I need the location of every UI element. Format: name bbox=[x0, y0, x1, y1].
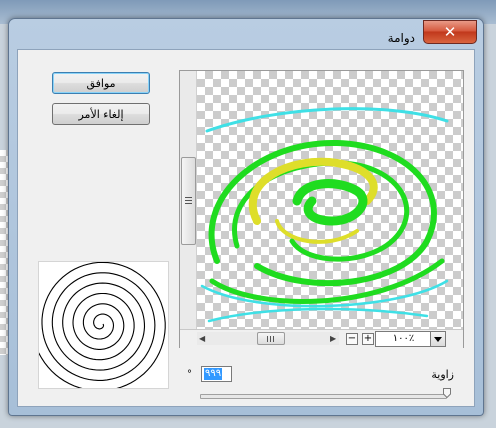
ok-button[interactable]: موافق bbox=[52, 72, 150, 94]
angle-slider-track[interactable] bbox=[200, 394, 447, 399]
zoom-out-button[interactable]: − bbox=[346, 333, 358, 345]
dialog-title: دوامة bbox=[387, 31, 415, 45]
twirl-thumbnail bbox=[31, 261, 169, 392]
angle-label: زاوية bbox=[431, 368, 454, 381]
vertical-scroll-thumb[interactable] bbox=[181, 157, 196, 245]
close-icon: ✕ bbox=[443, 22, 457, 41]
close-button[interactable]: ✕ bbox=[423, 20, 477, 44]
scroll-right-arrow-icon[interactable]: ▶ bbox=[330, 332, 336, 345]
spiral-thumbnail-graphic bbox=[31, 261, 166, 392]
zoom-dropdown-button[interactable] bbox=[430, 331, 446, 347]
zoom-in-button[interactable]: + bbox=[362, 333, 374, 345]
horizontal-scrollbar[interactable]: ◀ ▶ bbox=[197, 332, 339, 345]
angle-value: ٩٩٩ bbox=[204, 368, 223, 380]
angle-slider-thumb[interactable] bbox=[443, 388, 451, 398]
degree-unit: ° bbox=[187, 369, 192, 380]
vertical-scrollbar[interactable] bbox=[180, 71, 197, 329]
preview-canvas[interactable] bbox=[197, 71, 463, 329]
preview-panel: ◀ ▶ − + ١٠٠٪ bbox=[179, 70, 464, 348]
cancel-button[interactable]: إلغاء الأمر bbox=[52, 103, 150, 125]
title-bar[interactable]: دوامة ✕ bbox=[9, 19, 483, 51]
preview-toolbar: ◀ ▶ − + ١٠٠٪ bbox=[180, 329, 463, 348]
angle-input[interactable]: ٩٩٩ bbox=[201, 366, 232, 382]
twirl-preview-image bbox=[200, 107, 449, 323]
zoom-level-field[interactable]: ١٠٠٪ bbox=[375, 331, 432, 347]
dialog-client-area: موافق إلغاء الأمر ◀ ▶ − + ١٠٠٪ زاوية ° ٩… bbox=[17, 49, 475, 407]
twirl-dialog: دوامة ✕ موافق إلغاء الأمر ◀ ▶ − + ١٠٠٪ ز… bbox=[8, 18, 484, 416]
scroll-left-arrow-icon[interactable]: ◀ bbox=[199, 332, 205, 345]
horizontal-scroll-thumb[interactable] bbox=[257, 332, 285, 345]
